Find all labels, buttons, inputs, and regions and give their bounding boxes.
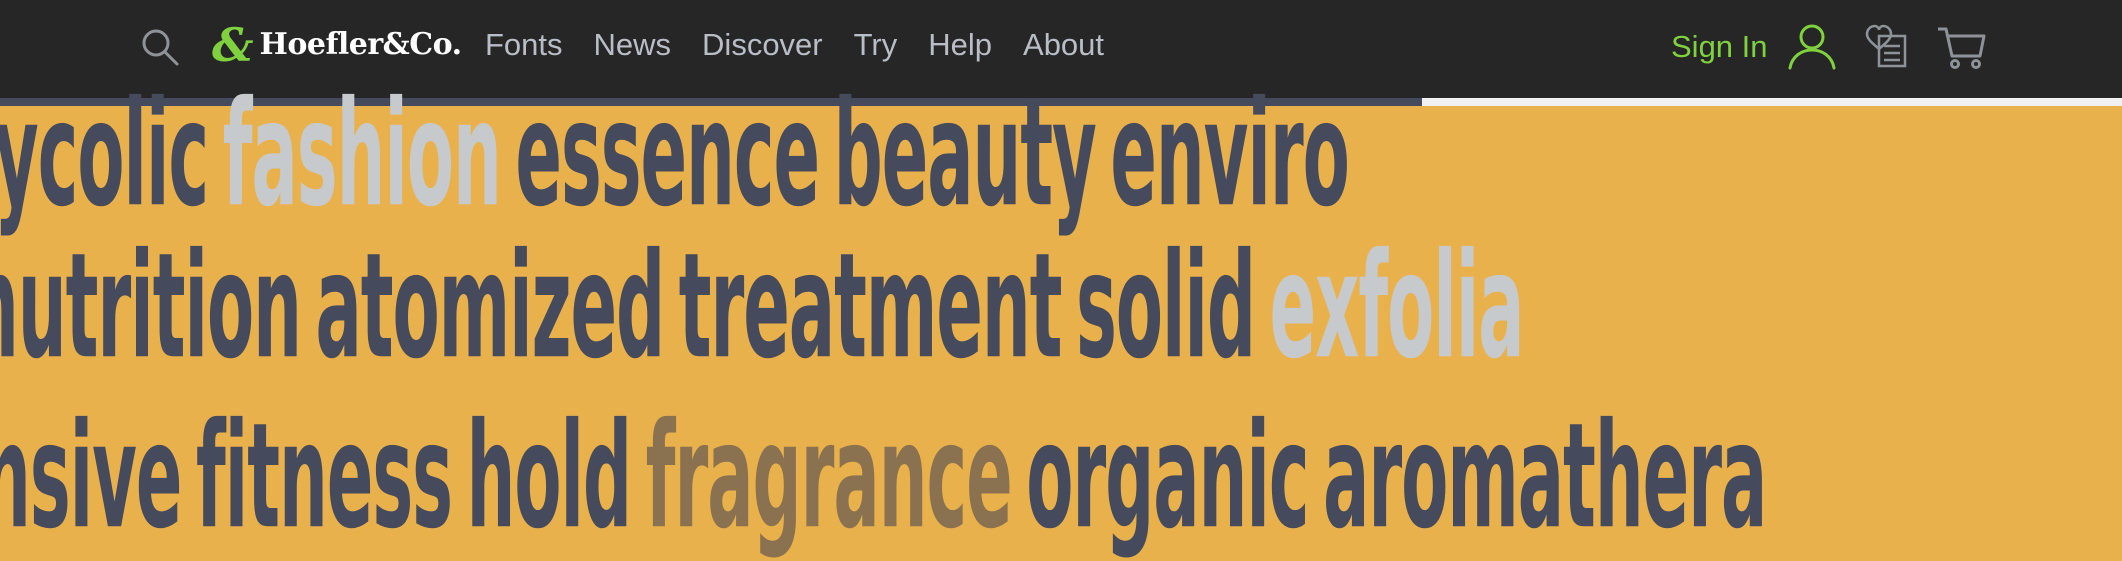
specimen-line-1: ycolic fashion essence beauty enviro (0, 70, 2122, 239)
logo-ampersand: & (212, 18, 254, 72)
specimen-word: essence (515, 70, 820, 240)
specimen-line-3: nsive fitness hold fragrance organic aromathe… (0, 392, 2122, 561)
specimen-line-2: nutrition atomized treatment solid exfolia (0, 222, 2122, 391)
specimen-word: hold (466, 392, 633, 561)
specimen-word: nutrition (0, 222, 302, 392)
favorites-icon[interactable] (1863, 22, 1911, 70)
logo-wordmark: Hoefler&Co. (259, 27, 463, 62)
main-nav: Fonts News Discover Try Help About (485, 22, 1135, 68)
specimen-word: organic (1026, 392, 1309, 561)
specimen-word: aromathera (1323, 392, 1767, 561)
cart-icon[interactable] (1936, 24, 1986, 70)
search-icon[interactable] (140, 27, 180, 67)
nav-news[interactable]: News (594, 22, 672, 68)
nav-fonts[interactable]: Fonts (485, 22, 563, 68)
user-icon[interactable] (1786, 20, 1838, 72)
specimen-word: beauty (833, 70, 1097, 240)
specimen-word: atomized (315, 222, 665, 392)
specimen-word: solid (1076, 222, 1256, 392)
sign-in-link[interactable]: Sign In (1671, 24, 1768, 70)
site-logo[interactable]: & Hoefler&Co. (212, 20, 462, 70)
specimen-word: enviro (1110, 70, 1349, 240)
nav-try[interactable]: Try (854, 22, 898, 68)
specimen-word: treatment (678, 222, 1063, 392)
specimen-word-highlight: fashion (222, 70, 502, 240)
specimen-word: nsive (0, 392, 182, 561)
specimen-word-highlight: exfolia (1269, 222, 1525, 392)
specimen-word: ycolic (0, 70, 209, 240)
nav-about[interactable]: About (1023, 22, 1104, 68)
nav-discover[interactable]: Discover (702, 22, 823, 68)
specimen-word: fitness (195, 392, 453, 561)
specimen-word-muted: fragrance (645, 392, 1013, 561)
nav-help[interactable]: Help (928, 22, 992, 68)
